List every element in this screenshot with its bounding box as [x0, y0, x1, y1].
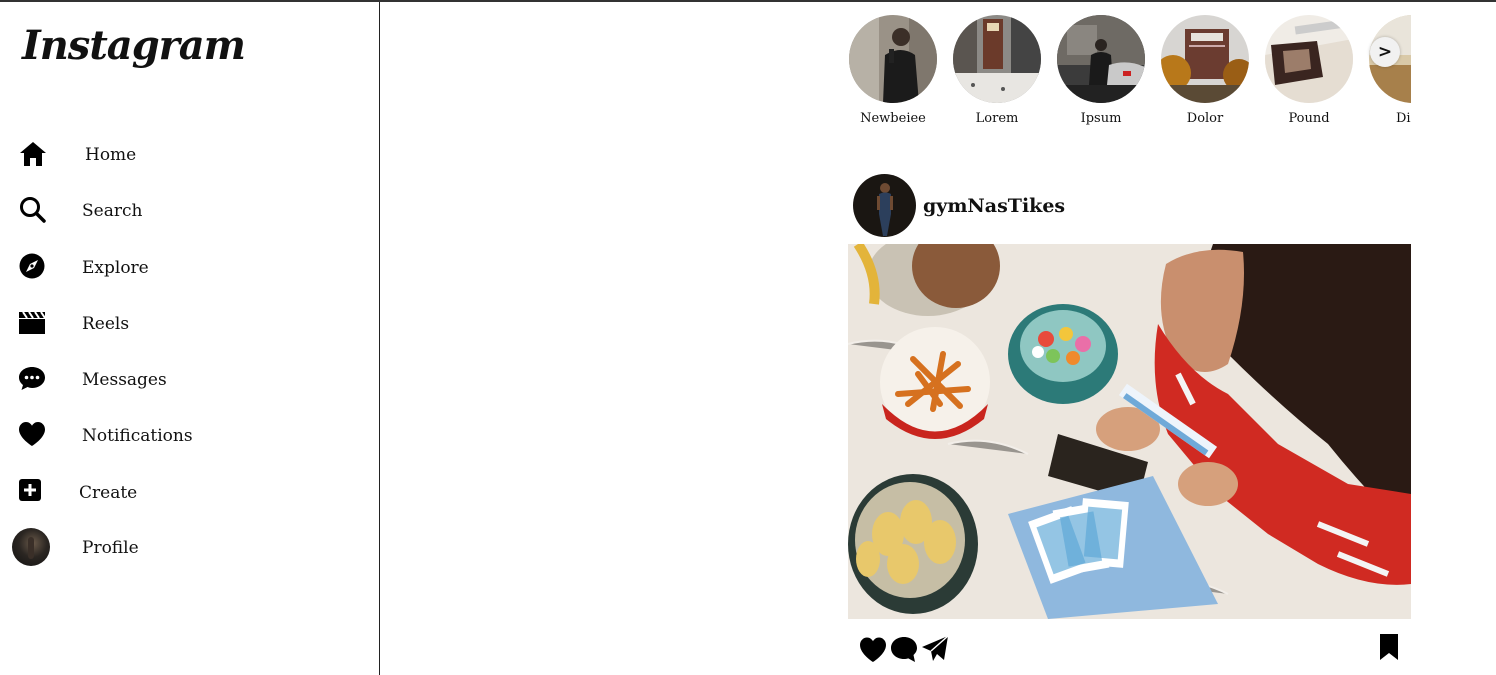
story-label: Lorem — [975, 111, 1019, 126]
compass-icon — [18, 252, 48, 282]
share-icon[interactable] — [920, 634, 950, 664]
heart-icon[interactable] — [858, 634, 888, 664]
sidebar-item-search[interactable]: Search — [0, 191, 360, 231]
bookmark-icon[interactable] — [1374, 632, 1404, 662]
sidebar-item-home[interactable]: Home — [0, 135, 360, 175]
sidebar-item-profile[interactable]: Profile — [0, 528, 360, 568]
home-icon — [18, 139, 48, 169]
sidebar-item-messages[interactable]: Messages — [0, 360, 360, 400]
story-avatar — [849, 15, 937, 103]
story-label: Dolor — [1186, 111, 1224, 126]
story-avatar — [1161, 15, 1249, 103]
plus-square-icon — [18, 477, 48, 507]
sidebar-item-explore[interactable]: Explore — [0, 248, 360, 288]
story-avatar — [1265, 15, 1353, 103]
post-header: gymNasTikes — [853, 174, 1413, 238]
avatar[interactable] — [853, 174, 916, 237]
heart-icon — [18, 420, 48, 450]
sidebar: Instagram Home Search Explore Reels Mess… — [0, 2, 380, 675]
sidebar-item-label: Reels — [82, 314, 130, 334]
post-username[interactable]: gymNasTikes — [923, 195, 1065, 217]
sidebar-item-label: Notifications — [82, 426, 193, 446]
comment-icon[interactable] — [889, 634, 919, 664]
clapperboard-icon — [18, 308, 48, 338]
story-item[interactable]: Newbeiee — [848, 15, 938, 126]
avatar — [12, 528, 50, 566]
sidebar-item-reels[interactable]: Reels — [0, 304, 360, 344]
sidebar-item-notifications[interactable]: Notifications — [0, 416, 360, 456]
sidebar-item-label: Home — [85, 145, 137, 165]
story-avatar — [1057, 15, 1145, 103]
story-item[interactable]: Lorem — [952, 15, 1042, 126]
story-item[interactable]: Pound — [1264, 15, 1354, 126]
sidebar-item-label: Profile — [82, 538, 139, 558]
story-label: Pound — [1288, 111, 1330, 126]
post-actions — [858, 634, 1408, 670]
sidebar-item-create[interactable]: Create — [0, 473, 360, 513]
sidebar-item-label: Search — [82, 201, 143, 221]
story-label: Di — [1396, 111, 1411, 126]
sidebar-item-label: Messages — [82, 370, 167, 390]
stories-next-button[interactable]: > — [1370, 37, 1400, 67]
search-icon — [18, 195, 48, 225]
chat-bubble-icon — [18, 364, 48, 394]
story-avatar — [953, 15, 1041, 103]
app-window: Instagram Home Search Explore Reels Mess… — [0, 0, 1496, 675]
story-label: Newbeiee — [860, 111, 926, 126]
story-item[interactable]: Ipsum — [1056, 15, 1146, 126]
story-item[interactable]: Di — [1368, 15, 1411, 126]
sidebar-item-label: Explore — [82, 258, 149, 278]
instagram-logo[interactable]: Instagram — [22, 22, 246, 69]
story-item[interactable]: Dolor — [1160, 15, 1250, 126]
stories-row: Newbeiee Lorem Ipsum Dolor Pound Di > — [848, 15, 1411, 130]
sidebar-item-label: Create — [79, 483, 138, 503]
post-image[interactable] — [848, 244, 1411, 619]
story-label: Ipsum — [1080, 111, 1122, 126]
